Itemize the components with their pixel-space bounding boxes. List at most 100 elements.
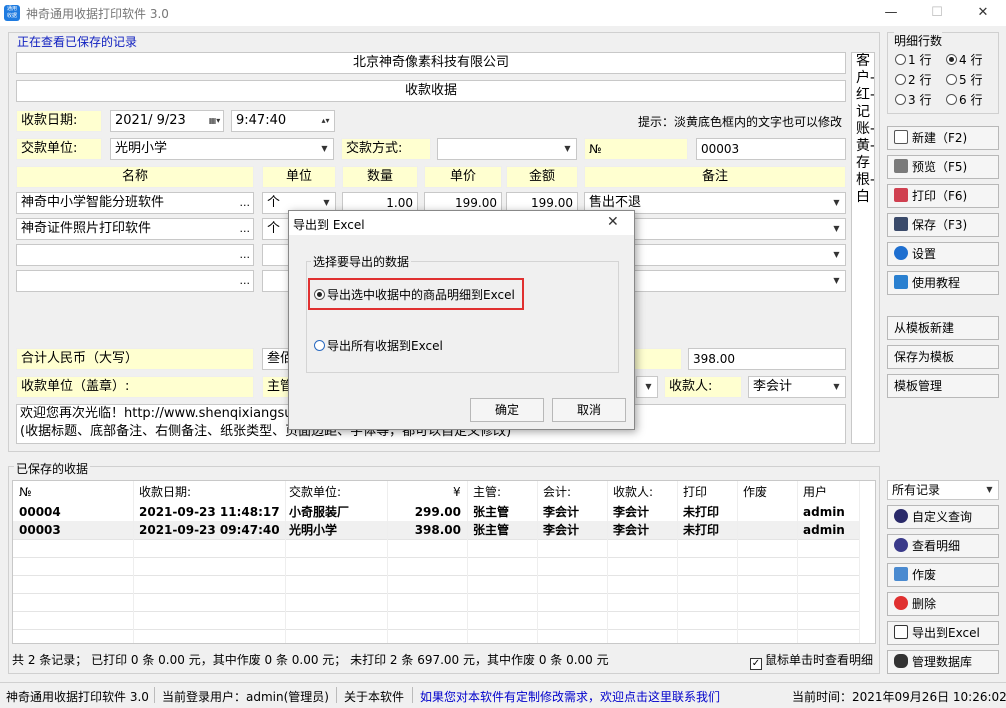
tutorial-button[interactable]: 使用教程 [887,271,999,295]
cell-supervisor[interactable]: 张主管 [473,521,509,539]
cell-date[interactable]: 2021-09-23 09:47:40 [139,521,280,539]
void-button[interactable]: 作废 [887,563,999,587]
close-button[interactable]: ✕ [960,0,1006,26]
method-select[interactable]: ▼ [437,138,577,160]
th-supervisor[interactable]: 主管: [473,483,501,501]
cell-user[interactable]: admin [803,521,845,539]
rows-radio-5[interactable]: 5 行 [946,71,982,88]
cell-receiver[interactable]: 李会计 [613,503,649,521]
receipt-title-field[interactable]: 收款收据 [16,80,846,102]
col-header-unit[interactable]: 单位 [262,166,336,188]
save-template-button[interactable]: 保存为模板 [887,345,999,369]
more-button[interactable]: ... [240,193,251,213]
cell-accountant[interactable]: 李会计 [543,503,579,521]
col-header-name[interactable]: 名称 [16,166,254,188]
row-name-field[interactable]: ... [16,270,254,292]
th-no[interactable]: № [19,483,31,501]
seal-label[interactable]: 收款单位（盖章）: [16,376,254,398]
side-note[interactable]: 客户-红-记账-黄-存根-白 [851,52,875,444]
template-mgmt-button[interactable]: 模板管理 [887,374,999,398]
rows-radio-2[interactable]: 2 行 [895,71,931,88]
col-header-qty[interactable]: 数量 [342,166,418,188]
more-button[interactable]: ... [240,271,251,291]
col-header-price[interactable]: 单价 [424,166,502,188]
minimize-button[interactable]: — [868,0,914,26]
button-label: 打印（F6) [912,189,968,203]
saved-table[interactable]: № 收款日期: 交款单位: ¥ 主管: 会计: 收款人: 打印 作废 用户 00… [12,480,876,644]
radio-icon [314,340,325,351]
rows-radio-4[interactable]: 4 行 [946,51,982,68]
new-button[interactable]: 新建（F2) [887,126,999,150]
from-template-button[interactable]: 从模板新建 [887,316,999,340]
ok-button[interactable]: 确定 [470,398,544,422]
cell-amount[interactable]: 299.00 [389,503,461,521]
settings-button[interactable]: 设置 [887,242,999,266]
payer-select[interactable]: 光明小学 ▼ [110,138,334,160]
cell-date[interactable]: 2021-09-23 11:48:17 [139,503,280,521]
print-button[interactable]: 打印（F6) [887,184,999,208]
rows-radio-1[interactable]: 1 行 [895,51,931,68]
date-picker[interactable]: 2021/ 9/23 ▦▾ [110,110,224,132]
th-print[interactable]: 打印 [683,483,707,501]
accountant-select[interactable]: ▼ [636,376,658,398]
receiver-label[interactable]: 收款人: [664,376,742,398]
total-amount-field[interactable]: 398.00 [688,348,846,370]
method-label[interactable]: 交款方式: [341,138,431,160]
cell-amount[interactable]: 398.00 [389,521,461,539]
cell-payer[interactable]: 光明小学 [289,521,337,539]
th-date[interactable]: 收款日期: [139,483,191,501]
time-spinner-icon[interactable]: ▴▾ [318,112,333,130]
custom-query-button[interactable]: 自定义查询 [887,505,999,529]
cell-payer[interactable]: 小奇服装厂 [289,503,349,521]
th-void[interactable]: 作废 [743,483,767,501]
maximize-button[interactable]: ☐ [914,0,960,26]
rows-radio-6[interactable]: 6 行 [946,91,982,108]
export-excel-button[interactable]: 导出到Excel [887,621,999,645]
cell-accountant[interactable]: 李会计 [543,521,579,539]
cell-print[interactable]: 未打印 [683,521,719,539]
company-name-field[interactable]: 北京神奇像素科技有限公司 [16,52,846,74]
cancel-button[interactable]: 取消 [552,398,626,422]
col-header-amount[interactable]: 金额 [506,166,578,188]
more-button[interactable]: ... [240,245,251,265]
th-user[interactable]: 用户 [803,483,827,501]
date-label[interactable]: 收款日期: [16,110,102,132]
export-detail-radio[interactable]: 导出选中收据中的商品明细到Excel [314,286,515,303]
about-link[interactable]: 关于本软件 [344,688,404,705]
calendar-icon[interactable]: ▦▾ [207,112,222,130]
click-view-checkbox[interactable]: ✓ 鼠标单击时查看明细 [750,651,873,670]
number-label[interactable]: № [584,138,688,160]
th-receiver[interactable]: 收款人: [613,483,653,501]
delete-button[interactable]: 删除 [887,592,999,616]
preview-button[interactable]: 预览（F5) [887,155,999,179]
cell-user[interactable]: admin [803,503,845,521]
th-payer[interactable]: 交款单位: [289,483,341,501]
cell-print[interactable]: 未打印 [683,503,719,521]
radio-label: 2 行 [908,73,932,87]
view-detail-button[interactable]: 查看明细 [887,534,999,558]
row-name-field[interactable]: 神奇证件照片打印软件... [16,218,254,240]
total-amount-label[interactable] [634,348,682,370]
filter-select[interactable]: 所有记录 ▼ [887,480,999,500]
dialog-close-icon[interactable]: ✕ [607,214,619,230]
rows-radio-3[interactable]: 3 行 [895,91,931,108]
th-amount[interactable]: ¥ [453,483,461,501]
row-name-field[interactable]: 神奇中小学智能分班软件... [16,192,254,214]
number-field[interactable]: 00003 [696,138,846,160]
receiver-select[interactable]: 李会计 ▼ [748,376,846,398]
contact-link[interactable]: 如果您对本软件有定制修改需求，欢迎点击这里联系我们 [420,688,720,705]
total-label[interactable]: 合计人民币（大写） [16,348,254,370]
col-header-note[interactable]: 备注 [584,166,846,188]
cell-supervisor[interactable]: 张主管 [473,503,509,521]
manage-db-button[interactable]: 管理数据库 [887,650,999,674]
export-all-radio[interactable]: 导出所有收据到Excel [314,337,443,354]
cell-receiver[interactable]: 李会计 [613,521,649,539]
time-field[interactable]: 9:47:40 ▴▾ [231,110,335,132]
save-button[interactable]: 保存（F3) [887,213,999,237]
cell-no[interactable]: 00004 [19,503,61,521]
more-button[interactable]: ... [240,219,251,239]
th-accountant[interactable]: 会计: [543,483,571,501]
row-name-field[interactable]: ... [16,244,254,266]
cell-no[interactable]: 00003 [19,521,61,539]
payer-label[interactable]: 交款单位: [16,138,102,160]
